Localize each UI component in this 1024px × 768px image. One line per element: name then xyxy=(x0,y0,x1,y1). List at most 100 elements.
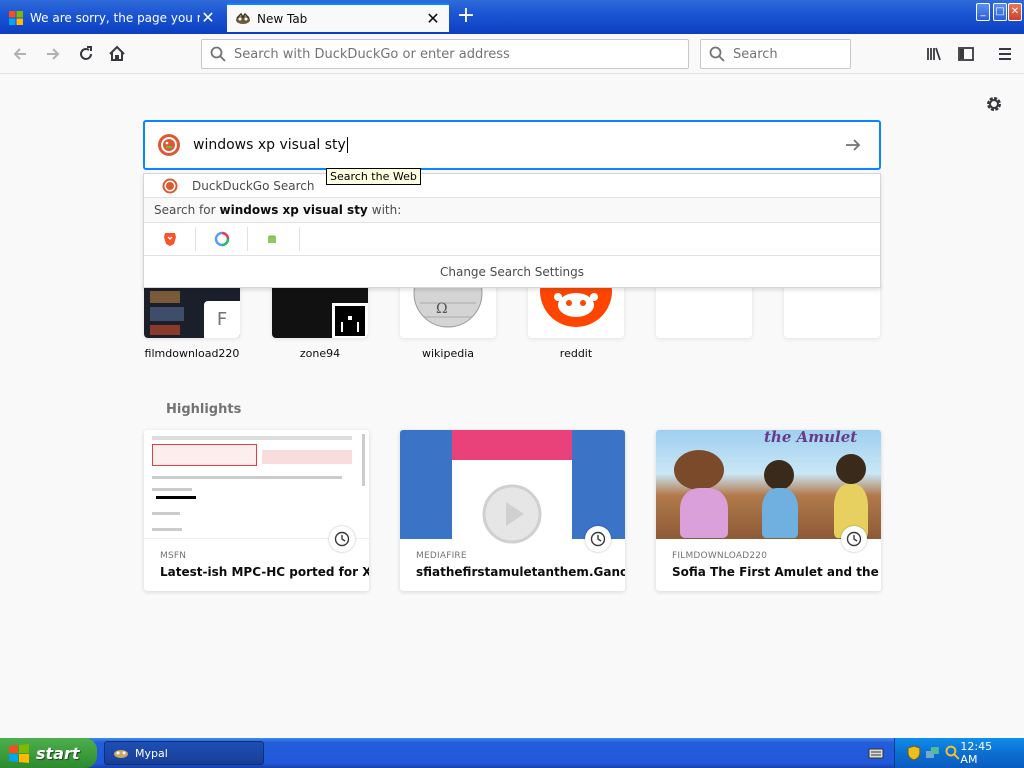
sidebar-icon xyxy=(958,47,974,61)
suggestion-label: DuckDuckGo Search xyxy=(192,178,315,193)
brave-icon xyxy=(163,233,176,246)
card-thumbnail: the Amulet xyxy=(656,430,881,539)
navigation-toolbar xyxy=(0,34,1024,74)
top-site-reddit[interactable] xyxy=(528,283,624,338)
search-icon xyxy=(709,46,725,62)
search-for-suffix: with: xyxy=(371,203,402,217)
close-tab-icon[interactable]: ✕ xyxy=(425,10,441,27)
highlight-card[interactable]: MSFN Latest-ish MPC-HC ported for X... xyxy=(144,430,369,591)
address-bar[interactable] xyxy=(201,39,689,69)
search-for-prefix: Search for xyxy=(154,203,216,217)
start-button[interactable]: start xyxy=(0,738,97,768)
tab-new-tab[interactable]: New Tab ✕ xyxy=(227,3,449,32)
duckduckgo-logo-icon xyxy=(162,178,178,193)
library-icon xyxy=(927,47,941,61)
search-input[interactable] xyxy=(733,46,843,62)
top-site-label: zone94 xyxy=(299,347,341,360)
suggestion-item[interactable]: DuckDuckGo Search xyxy=(144,174,880,198)
minimize-button[interactable]: _ xyxy=(976,3,990,21)
card-thumbnail xyxy=(400,430,625,544)
back-arrow-icon xyxy=(13,48,26,60)
reload-button[interactable] xyxy=(72,40,100,68)
windows-flag-icon xyxy=(9,744,29,763)
search-suggestions-popup: DuckDuckGo Search Search for windows xp … xyxy=(143,173,881,288)
card-thumbnail-banner: the Amulet xyxy=(764,430,858,446)
new-tab-button[interactable]: + xyxy=(454,5,478,28)
taskbar-item-label: Mypal xyxy=(135,746,168,760)
web-search-box[interactable]: windows xp visual sty xyxy=(143,120,881,170)
tab-error-page[interactable]: We are sorry, the page you reque ✕ xyxy=(0,3,224,32)
tooltip: Search the Web xyxy=(326,168,421,185)
address-input[interactable] xyxy=(234,46,654,62)
clock-icon xyxy=(585,526,611,552)
top-site-label: filmdownload220 xyxy=(144,347,240,360)
clock-icon xyxy=(329,526,355,552)
engine-brave-button[interactable] xyxy=(144,227,196,251)
mojeek-icon xyxy=(267,235,276,243)
maximize-button[interactable]: □ xyxy=(993,3,1007,21)
close-window-button[interactable]: ✕ xyxy=(1008,3,1022,21)
search-icon xyxy=(210,46,226,62)
mypal-logo-icon xyxy=(114,750,128,758)
highlights-heading: Highlights xyxy=(166,402,242,417)
start-label: start xyxy=(36,743,80,763)
duckduckgo-logo-icon xyxy=(158,134,180,156)
reload-icon xyxy=(80,46,92,60)
keyboard-icon[interactable] xyxy=(868,746,884,760)
search-for-header: Search for windows xp visual sty with: xyxy=(144,198,880,223)
top-site-filmdownload220[interactable]: F xyxy=(144,283,240,338)
windows-logo-icon xyxy=(9,10,23,25)
card-title: Sofia The First Amulet and the A... xyxy=(672,565,881,579)
hamburger-menu-icon xyxy=(999,48,1011,60)
top-site-label: wikipedia xyxy=(421,347,474,360)
change-search-settings-button[interactable]: Change Search Settings xyxy=(144,256,880,288)
forward-button[interactable] xyxy=(39,40,67,68)
library-button[interactable] xyxy=(920,40,948,68)
title-bar: We are sorry, the page you reque ✕ New T… xyxy=(0,0,1024,34)
taskbar-item-mypal[interactable]: Mypal xyxy=(104,741,264,765)
svg-text:Ω: Ω xyxy=(436,301,448,317)
system-tray: 12:45 AM xyxy=(894,738,1024,768)
clock-icon xyxy=(841,526,867,552)
gear-icon[interactable] xyxy=(984,94,1004,114)
reddit-logo-icon xyxy=(540,283,612,327)
go-arrow-icon[interactable] xyxy=(843,135,863,155)
card-title: sfiathefirstamuletanthem.Gano... xyxy=(416,565,625,579)
card-source: FILMDOWNLOAD220 xyxy=(672,551,768,561)
card-title: Latest-ish MPC-HC ported for X... xyxy=(160,565,369,579)
site-letter-badge: F xyxy=(204,301,240,338)
clock-time: 12:45 AM xyxy=(960,740,993,766)
security-shield-icon[interactable] xyxy=(907,745,921,761)
search-query-text: windows xp visual sty xyxy=(193,137,346,153)
top-site-wikipedia[interactable]: Ω xyxy=(400,283,496,338)
forward-arrow-icon xyxy=(47,48,60,60)
top-site-empty[interactable] xyxy=(656,283,752,338)
mypal-logo-icon xyxy=(236,12,250,24)
back-button[interactable] xyxy=(6,40,34,68)
card-source: MSFN xyxy=(160,551,187,561)
taskbar: start Mypal 12:45 AM xyxy=(0,738,1024,768)
qwant-icon xyxy=(214,231,229,247)
home-button[interactable] xyxy=(103,40,131,68)
card-source: MEDIAFIRE xyxy=(416,551,467,561)
top-site-label: reddit xyxy=(559,347,593,360)
tab-title: New Tab xyxy=(257,11,308,26)
tab-title: We are sorry, the page you reque xyxy=(30,10,200,25)
menu-button[interactable] xyxy=(991,40,1019,68)
highlight-card[interactable]: the Amulet FILMDOWNLOAD220 Sofia The Fir… xyxy=(656,430,881,591)
engine-mojeek-button[interactable] xyxy=(248,227,300,251)
highlight-card[interactable]: MEDIAFIRE sfiathefirstamuletanthem.Gano.… xyxy=(400,430,625,591)
close-tab-icon[interactable]: ✕ xyxy=(200,9,216,26)
engine-qwant-button[interactable] xyxy=(196,227,248,251)
network-icon[interactable] xyxy=(925,745,941,761)
wikipedia-globe-icon: Ω xyxy=(413,283,483,328)
top-site-empty[interactable] xyxy=(784,283,880,338)
search-icon[interactable] xyxy=(945,745,961,761)
text-caret xyxy=(346,137,348,153)
search-bar[interactable] xyxy=(700,39,851,69)
top-site-zone94[interactable] xyxy=(272,283,368,338)
card-thumbnail xyxy=(144,430,369,539)
sidebar-button[interactable] xyxy=(952,40,980,68)
one-off-engines xyxy=(144,223,880,256)
site-logo-badge xyxy=(332,303,368,338)
